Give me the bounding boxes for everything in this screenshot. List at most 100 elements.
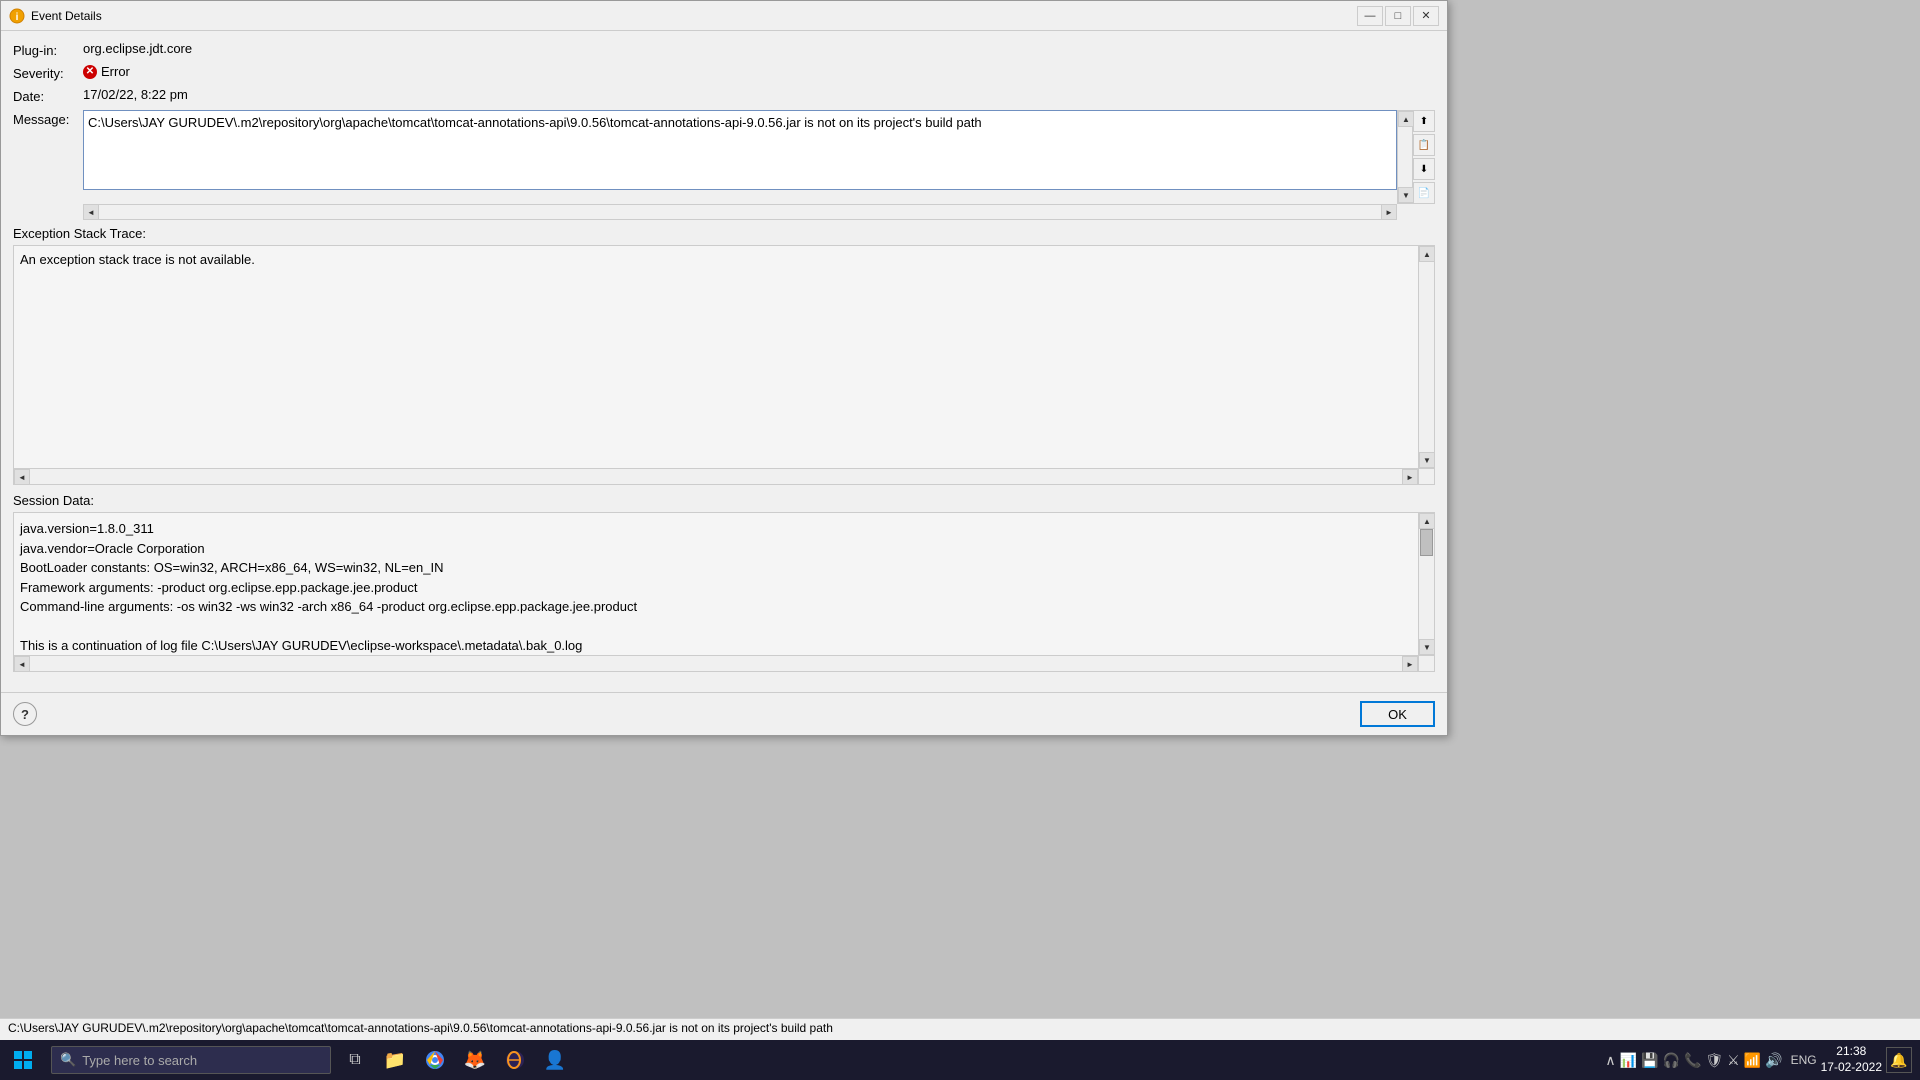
- sess-scroll-down[interactable]: ▼: [1419, 639, 1435, 655]
- antivirus2-icon[interactable]: ⚔: [1727, 1052, 1740, 1069]
- close-button[interactable]: ✕: [1413, 6, 1439, 26]
- export-button[interactable]: 📄: [1413, 182, 1435, 204]
- copy-up-button[interactable]: ⬆: [1413, 110, 1435, 132]
- severity-row: Severity: ✕ Error: [13, 64, 1435, 81]
- headset-icon[interactable]: 🎧: [1663, 1052, 1680, 1069]
- copy-icon[interactable]: 📋: [1413, 134, 1435, 156]
- minimize-button[interactable]: —: [1357, 6, 1383, 26]
- session-line-7: This is a continuation of log file C:\Us…: [20, 636, 1428, 656]
- dialog-title: Event Details: [31, 9, 102, 23]
- message-hscrollbar[interactable]: ◄ ►: [83, 204, 1397, 220]
- session-vscrollbar[interactable]: ▲ ▼: [1418, 513, 1434, 655]
- session-line-1: java.version=1.8.0_311: [20, 519, 1428, 539]
- st-hscroll-right[interactable]: ►: [1402, 469, 1418, 485]
- taskbar: 🔍 Type here to search ⧉ 📁 🦊: [0, 1040, 1920, 1080]
- firefox-icon[interactable]: 🦊: [457, 1040, 493, 1080]
- tray-icons: ∧ 📊 💾 🎧 📞 🛡 ⚔ 📶 🔊: [1605, 1052, 1782, 1069]
- st-hscroll-left[interactable]: ◄: [14, 469, 30, 485]
- hscroll-left-arrow[interactable]: ◄: [83, 204, 99, 220]
- user-icon[interactable]: 👤: [537, 1040, 573, 1080]
- plugin-label: Plug-in:: [13, 41, 83, 58]
- avatar-icon: 👤: [544, 1050, 566, 1071]
- sess-hscroll-left[interactable]: ◄: [14, 656, 30, 672]
- session-hscrollbar[interactable]: ◄ ►: [14, 655, 1418, 671]
- stack-trace-vscrollbar[interactable]: ▲ ▼: [1418, 246, 1434, 468]
- session-line-2: java.vendor=Oracle Corporation: [20, 539, 1428, 559]
- phone-icon[interactable]: 📞: [1684, 1052, 1701, 1069]
- taskbar-search[interactable]: 🔍 Type here to search: [51, 1046, 331, 1074]
- sess-scroll-thumb: [1420, 529, 1433, 556]
- windows-logo-icon: [14, 1051, 32, 1069]
- tray-expand-icon[interactable]: ∧: [1605, 1052, 1615, 1069]
- severity-value-container: ✕ Error: [83, 64, 130, 79]
- message-box-row: C:\Users\JAY GURUDEV\.m2\repository\org\…: [83, 110, 1435, 204]
- st-scroll-up[interactable]: ▲: [1419, 246, 1435, 262]
- sess-scroll-up[interactable]: ▲: [1419, 513, 1435, 529]
- taskbar-tray: ∧ 📊 💾 🎧 📞 🛡 ⚔ 📶 🔊 ENG 21:38 17-02-2022 🔔: [1605, 1044, 1920, 1075]
- plugin-row: Plug-in: org.eclipse.jdt.core: [13, 41, 1435, 58]
- message-area: C:\Users\JAY GURUDEV\.m2\repository\org\…: [83, 110, 1435, 220]
- svg-text:i: i: [16, 12, 19, 23]
- task-view-icon: ⧉: [349, 1051, 360, 1069]
- dialog-body: Plug-in: org.eclipse.jdt.core Severity: …: [1, 31, 1447, 692]
- title-bar: i Event Details — □ ✕: [1, 1, 1447, 31]
- sess-hscroll-track: [30, 656, 1402, 671]
- start-button[interactable]: [0, 1040, 45, 1080]
- message-container: Message: C:\Users\JAY GURUDEV\.m2\reposi…: [13, 110, 1435, 220]
- notification-button[interactable]: 🔔: [1886, 1047, 1912, 1073]
- notification-icon: 🔔: [1890, 1052, 1907, 1069]
- clock[interactable]: 21:38 17-02-2022: [1821, 1044, 1882, 1075]
- plugin-value: org.eclipse.jdt.core: [83, 41, 192, 56]
- wifi-icon[interactable]: 📶: [1744, 1052, 1761, 1069]
- network-monitor-icon[interactable]: 📊: [1620, 1052, 1637, 1069]
- message-textbox[interactable]: C:\Users\JAY GURUDEV\.m2\repository\org\…: [83, 110, 1397, 190]
- taskbar-search-icon: 🔍: [60, 1052, 76, 1068]
- eclipse-icon[interactable]: [497, 1040, 533, 1080]
- stack-trace-hscrollbar[interactable]: ◄ ►: [14, 468, 1418, 484]
- sound-icon[interactable]: 🔊: [1765, 1052, 1782, 1069]
- title-controls: — □ ✕: [1357, 6, 1439, 26]
- date-label: Date:: [13, 87, 83, 104]
- sess-scroll-track: [1419, 556, 1434, 639]
- stack-trace-container[interactable]: An exception stack trace is not availabl…: [13, 245, 1435, 485]
- sess-hscroll-right[interactable]: ►: [1402, 656, 1418, 672]
- taskbar-search-placeholder: Type here to search: [82, 1053, 197, 1068]
- message-vscrollbar[interactable]: ▲ ▼: [1397, 110, 1413, 204]
- st-hscroll-track: [30, 469, 1402, 484]
- status-text: C:\Users\JAY GURUDEV\.m2\repository\org\…: [8, 1021, 833, 1035]
- session-corner: [1418, 655, 1434, 671]
- maximize-button[interactable]: □: [1385, 6, 1411, 26]
- hscroll-right-arrow[interactable]: ►: [1381, 204, 1397, 220]
- dialog-footer: ? OK: [1, 692, 1447, 735]
- task-view-button[interactable]: ⧉: [337, 1040, 373, 1080]
- folder-icon: 📁: [384, 1050, 406, 1071]
- message-sidebar-buttons: ⬆ 📋 ⬇ 📄: [1413, 110, 1435, 204]
- session-line-5: Command-line arguments: -os win32 -ws wi…: [20, 597, 1428, 617]
- help-button[interactable]: ?: [13, 702, 37, 726]
- chrome-logo-icon: [425, 1050, 445, 1070]
- antivirus-icon[interactable]: 🛡: [1705, 1052, 1723, 1069]
- session-line-4: Framework arguments: -product org.eclips…: [20, 578, 1428, 598]
- event-details-dialog: i Event Details — □ ✕ Plug-in: org.eclip…: [0, 0, 1448, 736]
- date-value: 17/02/22, 8:22 pm: [83, 87, 188, 102]
- chrome-icon[interactable]: [417, 1040, 453, 1080]
- status-bar: C:\Users\JAY GURUDEV\.m2\repository\org\…: [0, 1018, 1920, 1040]
- session-data-container[interactable]: java.version=1.8.0_311 java.vendor=Oracl…: [13, 512, 1435, 672]
- clock-time: 21:38: [1821, 1044, 1882, 1060]
- st-scroll-track-v: [1419, 262, 1434, 452]
- copy-down-button[interactable]: ⬇: [1413, 158, 1435, 180]
- date-row: Date: 17/02/22, 8:22 pm: [13, 87, 1435, 104]
- scroll-up-arrow[interactable]: ▲: [1398, 111, 1414, 127]
- ok-button[interactable]: OK: [1360, 701, 1435, 727]
- st-scroll-down[interactable]: ▼: [1419, 452, 1435, 468]
- error-icon: ✕: [83, 65, 97, 79]
- storage-icon[interactable]: 💾: [1641, 1052, 1658, 1069]
- scroll-track-v: [1398, 127, 1412, 187]
- session-header: Session Data:: [13, 493, 1435, 508]
- scroll-down-arrow[interactable]: ▼: [1398, 187, 1414, 203]
- severity-label: Severity:: [13, 64, 83, 81]
- severity-value: Error: [101, 64, 130, 79]
- file-explorer-icon[interactable]: 📁: [377, 1040, 413, 1080]
- taskbar-app-icons: 📁 🦊 👤: [377, 1040, 573, 1080]
- scrollbar-corner: [1418, 468, 1434, 484]
